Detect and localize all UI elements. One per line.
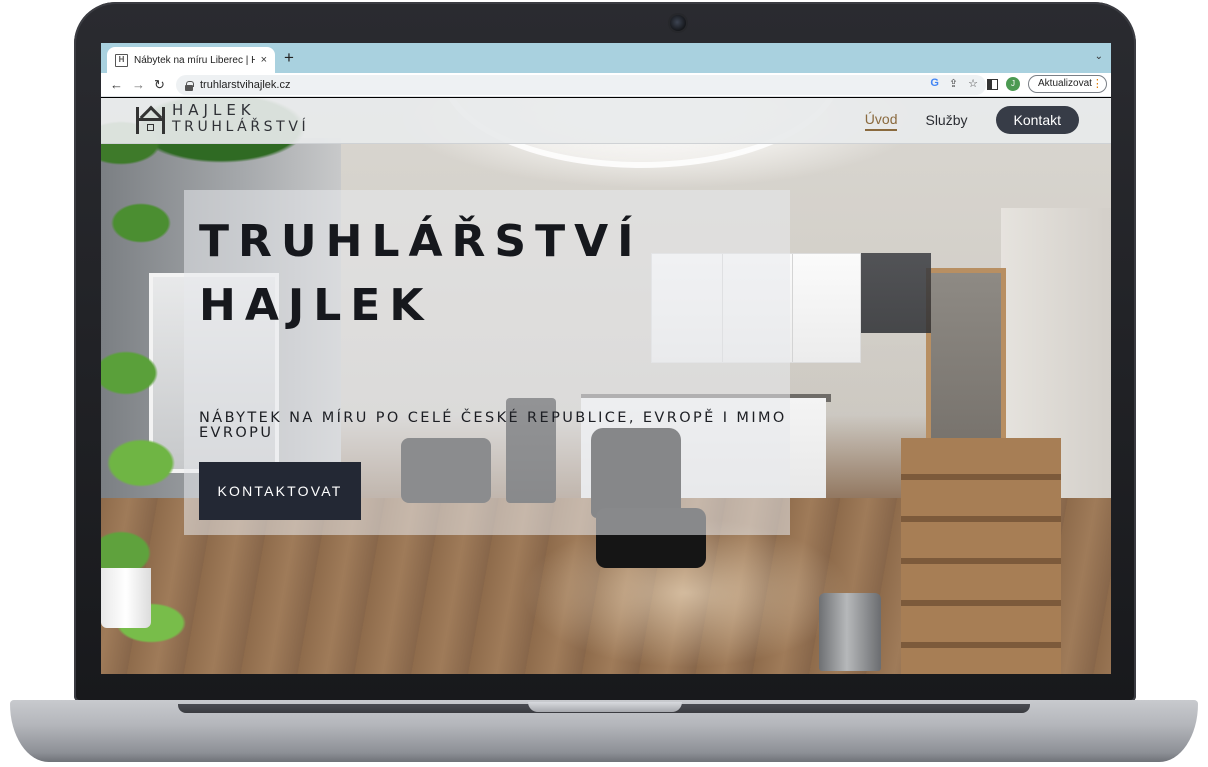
nav-contact-button[interactable]: Kontakt [995, 106, 1079, 134]
side-panel-icon[interactable] [987, 78, 998, 90]
new-tab-button[interactable]: + [284, 48, 294, 68]
browser-toolbar: ← → ↻ truhlarstvihajlek.cz G ⇪ ☆ J Aktua… [101, 73, 1111, 97]
browser-tab[interactable]: H Nábytek na míru Liberec | Hajlek × [107, 47, 275, 73]
update-button[interactable]: Aktualizovat [1028, 75, 1107, 93]
close-icon[interactable]: × [261, 54, 267, 66]
laptop-notch [528, 702, 682, 712]
reload-button[interactable]: ↻ [154, 76, 165, 94]
url-text[interactable]: truhlarstvihajlek.cz [200, 79, 290, 91]
background-photo-pot [101, 568, 151, 628]
site-header: HAJLEK TRUHLÁŘSTVÍ Úvod Služby Kontakt [101, 98, 1111, 144]
nav-link-services[interactable]: Služby [925, 110, 967, 130]
hero-title-line-2: HAJLEK [199, 280, 433, 331]
background-photo-stairs [901, 438, 1061, 674]
chevron-down-icon[interactable]: ⌄ [1095, 51, 1103, 62]
profile-avatar[interactable]: J [1006, 77, 1020, 91]
lock-icon[interactable] [185, 80, 194, 91]
hero-contact-button[interactable]: KONTAKTOVAT [199, 462, 361, 520]
browser-tab-bar: H Nábytek na míru Liberec | Hajlek × + ⌄ [101, 43, 1111, 73]
logo-house-icon [134, 104, 168, 134]
hero-title: TRUHLÁŘSTVÍ HAJLEK [199, 210, 779, 338]
hero-subtitle: NÁBYTEK NA MÍRU PO CELÉ ČESKÉ REPUBLICE,… [199, 410, 787, 441]
site-nav: Úvod Služby Kontakt [864, 106, 1079, 134]
logo-line-2: TRUHLÁŘSTVÍ [172, 119, 310, 135]
back-button[interactable]: ← [110, 76, 123, 94]
forward-button[interactable]: → [132, 76, 145, 94]
google-icon[interactable]: G [930, 77, 939, 90]
background-photo-shelf [861, 253, 931, 333]
camera-icon [670, 15, 686, 31]
tab-title: Nábytek na míru Liberec | Hajlek [134, 54, 255, 66]
nav-link-home[interactable]: Úvod [864, 109, 898, 131]
favicon-icon: H [115, 53, 128, 67]
hero-title-line-1: TRUHLÁŘSTVÍ [199, 216, 643, 267]
share-icon[interactable]: ⇪ [949, 77, 958, 90]
logo-line-1: HAJLEK [172, 101, 256, 119]
bookmark-star-icon[interactable]: ☆ [968, 77, 978, 90]
laptop-screen: H Nábytek na míru Liberec | Hajlek × + ⌄… [101, 43, 1111, 674]
background-photo-bin [819, 593, 881, 671]
site-logo[interactable]: HAJLEK TRUHLÁŘSTVÍ [134, 102, 309, 136]
webpage: HAJLEK TRUHLÁŘSTVÍ Úvod Služby Kontakt T… [101, 98, 1111, 674]
address-bar[interactable]: truhlarstvihajlek.cz G ⇪ ☆ [176, 75, 986, 95]
